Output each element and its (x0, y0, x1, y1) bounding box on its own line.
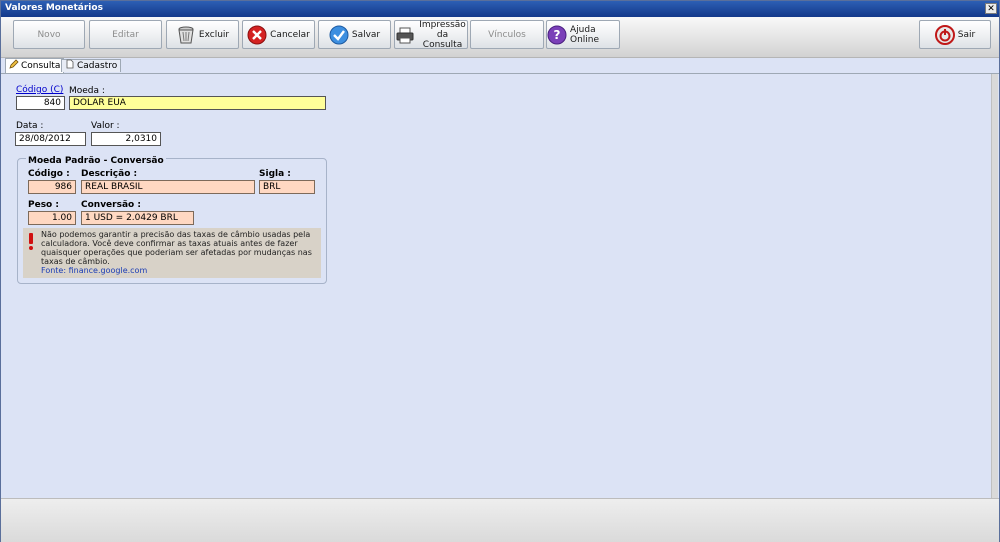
codigo-label[interactable]: Código (C) (16, 85, 63, 95)
tab-consulta[interactable]: Consulta (5, 58, 65, 73)
warning-icon (26, 232, 36, 255)
toolbar: Novo Editar Excluir Cancelar Salvar Impr… (1, 17, 999, 58)
descricao-label: Descrição : (81, 169, 138, 179)
exit-button-label: Sair (957, 29, 976, 40)
delete-button-label: Excluir (198, 29, 230, 40)
new-button[interactable]: Novo (13, 20, 85, 49)
svg-text:?: ? (554, 28, 561, 42)
sigla-field: BRL (259, 180, 315, 194)
conversao-label: Conversão : (81, 200, 141, 210)
valor-label: Valor : (91, 121, 120, 131)
document-icon (65, 59, 75, 73)
exit-button[interactable]: Sair (919, 20, 991, 49)
cancel-button[interactable]: Cancelar (242, 20, 315, 49)
help-icon: ? (547, 25, 567, 45)
peso-label: Peso : (28, 200, 59, 210)
online-help-button[interactable]: ? Ajuda Online (546, 20, 620, 49)
descricao-field: REAL BRASIL (81, 180, 255, 194)
moeda-field[interactable]: DOLAR EUA (69, 96, 326, 110)
data-label: Data : (16, 121, 44, 131)
new-button-label: Novo (37, 29, 61, 40)
print-query-button[interactable]: Impressão da Consulta (394, 20, 468, 50)
save-button-label: Salvar (351, 29, 381, 40)
window-title: Valores Monetários (5, 3, 103, 13)
tab-cadastro-label: Cadastro (77, 61, 118, 71)
moeda-label: Moeda : (69, 86, 105, 96)
conversao-field: 1 USD = 2.0429 BRL (81, 211, 194, 225)
cancel-icon (247, 25, 267, 45)
status-bar (1, 498, 999, 542)
links-button[interactable]: Vínculos (470, 20, 544, 49)
conversion-group-title: Moeda Padrão - Conversão (26, 156, 166, 166)
window: Valores Monetários ✕ Novo Editar Excluir… (0, 0, 1000, 542)
tab-consulta-label: Consulta (21, 61, 61, 71)
save-button[interactable]: Salvar (318, 20, 391, 49)
close-button[interactable]: ✕ (985, 3, 997, 14)
check-icon (329, 25, 349, 45)
conv-codigo-label: Código : (28, 169, 70, 179)
print-query-label-line2: da Consulta (422, 29, 463, 50)
valor-field[interactable]: 2,0310 (91, 132, 161, 146)
edit-button[interactable]: Editar (89, 20, 162, 49)
edit-button-label: Editar (112, 29, 139, 40)
consulta-panel: Código (C) 840 Moeda : DOLAR EUA Data : … (1, 73, 993, 498)
exchange-disclaimer: Não podemos garantir a precisão das taxa… (23, 228, 321, 278)
data-field[interactable]: 28/08/2012 (15, 132, 86, 146)
trash-icon (176, 25, 196, 45)
tab-strip: Consulta Cadastro (1, 58, 999, 74)
print-query-label: Impressão da Consulta (418, 20, 467, 50)
delete-button[interactable]: Excluir (166, 20, 239, 49)
codigo-field[interactable]: 840 (16, 96, 65, 110)
disclaimer-text: Não podemos garantir a precisão das taxa… (41, 230, 312, 266)
links-button-label: Vínculos (488, 29, 526, 40)
print-query-label-line1: Impressão (419, 19, 466, 30)
pencil-icon (9, 59, 19, 73)
sigla-label: Sigla : (259, 169, 291, 179)
cancel-button-label: Cancelar (270, 29, 310, 40)
printer-icon (395, 25, 415, 45)
tab-cadastro[interactable]: Cadastro (61, 59, 122, 73)
conv-codigo-field: 986 (28, 180, 76, 194)
exit-icon (934, 24, 955, 45)
online-help-label: Ajuda Online (570, 24, 600, 45)
peso-field: 1.00 (28, 211, 76, 225)
source-text: Fonte: finance.google.com (41, 266, 148, 275)
title-bar: Valores Monetários ✕ (1, 1, 999, 17)
